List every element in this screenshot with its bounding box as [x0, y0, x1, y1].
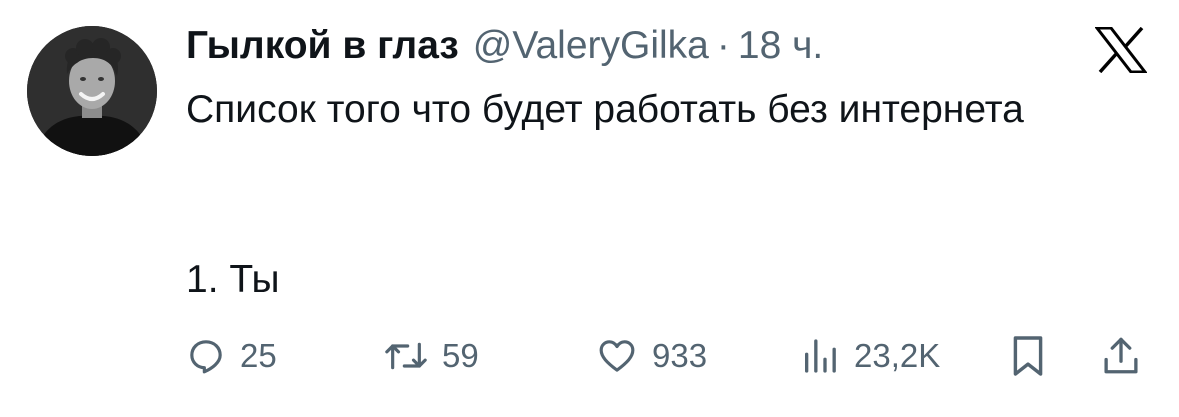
retweet-icon — [385, 342, 427, 370]
retweet-button[interactable]: 59 — [384, 330, 479, 382]
author-handle[interactable]: @ValeryGilka — [473, 22, 709, 70]
tweet-body: Список того что будет работать без интер… — [186, 88, 1024, 131]
views-chart-icon — [805, 339, 836, 373]
views-count: 23,2K — [854, 337, 941, 374]
tweet-actions: 25 59 933 23,2K — [186, 330, 1146, 382]
reply-icon — [190, 340, 222, 374]
heart-icon — [599, 340, 635, 372]
bookmark-icon — [1013, 336, 1043, 376]
tweet-timestamp[interactable]: 18 ч. — [738, 22, 823, 70]
tweet-text: Список того что будет работать без интер… — [186, 82, 1086, 138]
separator-dot: · — [716, 24, 730, 67]
reply-count: 25 — [240, 337, 277, 374]
x-logo-icon — [1093, 26, 1149, 74]
share-button[interactable] — [1100, 330, 1142, 382]
avatar-photo — [27, 26, 157, 156]
retweet-count: 59 — [442, 337, 479, 374]
avatar[interactable] — [27, 26, 157, 156]
like-button[interactable]: 933 — [596, 330, 707, 382]
author-display-name[interactable]: Гылкой в глаз — [186, 22, 459, 70]
tweet-list-item: 1. Ты — [186, 258, 280, 301]
views-button[interactable]: 23,2K — [800, 330, 940, 382]
reply-button[interactable]: 25 — [186, 330, 277, 382]
bookmark-button[interactable] — [1010, 330, 1046, 382]
share-icon — [1104, 337, 1138, 374]
like-count: 933 — [652, 337, 708, 374]
tweet-header: Гылкой в глаз @ValeryGilka · 18 ч. — [186, 22, 823, 70]
